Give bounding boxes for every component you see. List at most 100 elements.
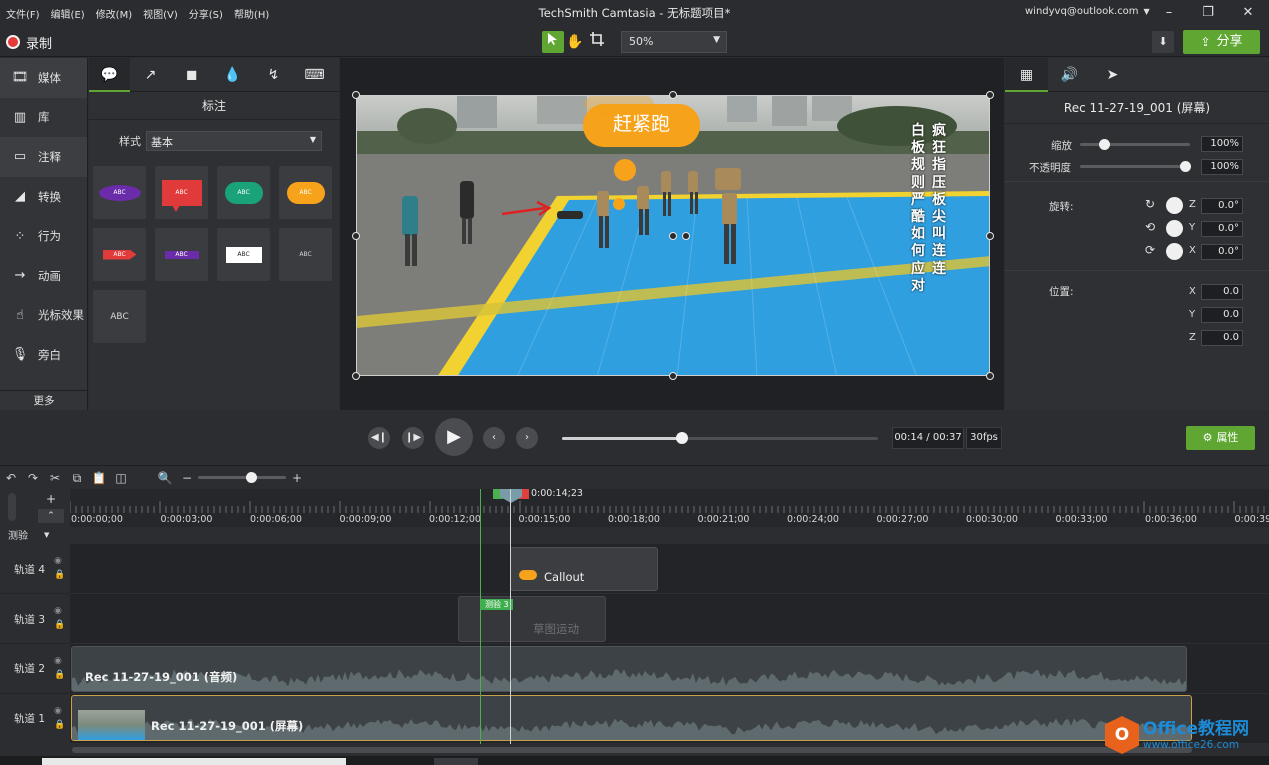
screen-clip[interactable]: Rec 11-27-19_001 (屏幕): [71, 695, 1192, 741]
sidebar-item-library[interactable]: ▥ 库: [0, 98, 87, 138]
resize-handle[interactable]: [669, 91, 677, 99]
scale-slider[interactable]: [1080, 143, 1190, 146]
rotate-x-input[interactable]: 0.0°: [1201, 244, 1243, 260]
cursor-properties-tab-icon[interactable]: ➤: [1091, 58, 1134, 92]
zoom-in-icon[interactable]: +: [286, 467, 308, 489]
eye-icon[interactable]: ◉: [54, 606, 62, 616]
redo-icon[interactable]: ↷: [22, 467, 44, 489]
rotate-z-knob[interactable]: [1166, 197, 1183, 214]
zoom-out-icon[interactable]: −: [176, 467, 198, 489]
step-back-icon[interactable]: ◀❙: [368, 427, 390, 449]
scale-slider-knob[interactable]: [1099, 139, 1111, 150]
rotate-z-input[interactable]: 0.0°: [1201, 198, 1243, 214]
download-icon[interactable]: ⬇: [1152, 31, 1174, 53]
resize-handle[interactable]: [352, 91, 360, 99]
collapse-icon[interactable]: ⌃: [38, 509, 64, 523]
resize-handle[interactable]: [352, 232, 360, 240]
track-height-slider[interactable]: [8, 493, 16, 521]
position-x-input[interactable]: 0.0: [1201, 284, 1243, 300]
shape-tab-icon[interactable]: ◼: [171, 58, 212, 92]
split-icon[interactable]: ◫: [110, 467, 132, 489]
visual-properties-tab-icon[interactable]: ▦: [1005, 58, 1048, 92]
position-y-input[interactable]: 0.0: [1201, 307, 1243, 323]
previous-icon[interactable]: ‹: [483, 427, 505, 449]
callout-thumb-text-large[interactable]: ABC: [93, 290, 146, 343]
track-4-lane[interactable]: Callout: [70, 544, 1269, 594]
callout-thumb-arrow-red[interactable]: ABC: [93, 228, 146, 281]
callout-thumb-box-white[interactable]: ABC: [217, 228, 270, 281]
next-icon[interactable]: ›: [516, 427, 538, 449]
cut-icon[interactable]: ✂: [44, 467, 66, 489]
close-icon[interactable]: ✕: [1236, 3, 1260, 23]
timeline-zoom-knob[interactable]: [246, 472, 257, 483]
sidebar-item-cursor-effects[interactable]: ☝ 光标效果: [0, 296, 87, 336]
lock-icon[interactable]: 🔒: [54, 670, 65, 680]
add-track-icon[interactable]: +: [38, 491, 64, 507]
copy-icon[interactable]: ⧉: [66, 467, 88, 489]
paste-icon[interactable]: 📋: [88, 467, 110, 489]
sidebar-item-behaviors[interactable]: ⁘ 行为: [0, 216, 87, 256]
minimize-icon[interactable]: –: [1157, 3, 1181, 23]
share-button[interactable]: ⇪ 分享: [1183, 30, 1260, 54]
resize-handle[interactable]: [669, 372, 677, 380]
rotate-y-input[interactable]: 0.0°: [1201, 221, 1243, 237]
play-icon[interactable]: ▶: [435, 418, 473, 456]
track-1-header[interactable]: 轨道 1 ◉ 🔒: [0, 694, 70, 744]
scrollbar-thumb[interactable]: [72, 747, 1192, 753]
callout-tab-icon[interactable]: 💬: [89, 58, 130, 92]
sidebar-item-voice-narration[interactable]: 🎙 旁白: [0, 335, 87, 375]
sidebar-item-animations[interactable]: → 动画: [0, 256, 87, 296]
timeline-scrollbar[interactable]: [70, 744, 1269, 756]
eye-icon[interactable]: ◉: [54, 556, 62, 566]
track-3-header[interactable]: 轨道 3 ◉ 🔒: [0, 594, 70, 644]
lock-icon[interactable]: 🔒: [54, 620, 65, 630]
opacity-slider-knob[interactable]: [1180, 161, 1191, 172]
rotate-y-knob[interactable]: [1166, 220, 1183, 237]
opacity-input[interactable]: 100%: [1201, 159, 1243, 175]
lock-icon[interactable]: 🔒: [54, 570, 65, 580]
track-3-lane[interactable]: 测验 3 草图运动: [70, 594, 1269, 644]
audio-clip[interactable]: Rec 11-27-19_001 (音频): [71, 646, 1187, 692]
callout-thumb-cloud-teal[interactable]: ABC: [217, 166, 270, 219]
scale-input[interactable]: 100%: [1201, 136, 1243, 152]
scrub-knob[interactable]: [676, 432, 689, 444]
sidebar-item-transitions[interactable]: ◢ 转换: [0, 177, 87, 217]
track-4-header[interactable]: 轨道 4 ◉ 🔒: [0, 544, 70, 594]
callout-thumb-text-only[interactable]: ABC: [279, 228, 332, 281]
eye-icon[interactable]: ◉: [54, 656, 62, 666]
sidebar-item-media[interactable]: 🎞 媒体: [0, 58, 87, 98]
keystroke-tab-icon[interactable]: ⌨: [294, 58, 335, 92]
track-1-lane[interactable]: Rec 11-27-19_001 (屏幕): [70, 694, 1269, 744]
hand-tool-icon[interactable]: ✋: [564, 31, 586, 53]
record-button[interactable]: 录制: [6, 32, 52, 52]
more-button[interactable]: 更多: [0, 390, 88, 410]
restore-icon[interactable]: ❐: [1196, 3, 1220, 23]
step-forward-icon[interactable]: ❙▶: [402, 427, 424, 449]
zoom-search-icon[interactable]: 🔍: [154, 467, 176, 489]
resize-handle[interactable]: [986, 372, 994, 380]
resize-handle[interactable]: [986, 91, 994, 99]
audio-properties-tab-icon[interactable]: 🔊: [1048, 58, 1091, 92]
lock-icon[interactable]: 🔒: [54, 720, 65, 730]
track-2-lane[interactable]: Rec 11-27-19_001 (音频): [70, 644, 1269, 694]
time-ruler[interactable]: 0:00:00;00 0:00:03;00 0:00:06;00 0:00:09;00…: [70, 488, 1269, 527]
crop-tool-icon[interactable]: [586, 31, 608, 53]
style-select[interactable]: 基本 ▼: [146, 131, 322, 151]
zoom-select[interactable]: 50% ▼: [621, 31, 727, 53]
resize-handle[interactable]: [352, 372, 360, 380]
scrub-track[interactable]: [562, 437, 878, 440]
callout-thumb-oval-purple[interactable]: ABC: [93, 166, 146, 219]
center-handle[interactable]: [669, 232, 677, 240]
sketch-tab-icon[interactable]: ↯: [253, 58, 294, 92]
position-z-input[interactable]: 0.0: [1201, 330, 1243, 346]
properties-button[interactable]: ⚙ 属性: [1186, 426, 1255, 450]
select-tool-icon[interactable]: [542, 31, 564, 53]
quiz-badge[interactable]: 测验 3: [481, 599, 513, 610]
undo-icon[interactable]: ↶: [0, 467, 22, 489]
sidebar-item-annotations[interactable]: ▭ 注释: [0, 137, 87, 177]
account-menu[interactable]: windyvq@outlook.com ▼: [1025, 6, 1150, 17]
callout-thumb-cloud-orange[interactable]: ABC: [279, 166, 332, 219]
callout-thumb-speech-red[interactable]: ABC: [155, 166, 208, 219]
rotate-x-knob[interactable]: [1166, 243, 1183, 260]
track-2-header[interactable]: 轨道 2 ◉ 🔒: [0, 644, 70, 694]
